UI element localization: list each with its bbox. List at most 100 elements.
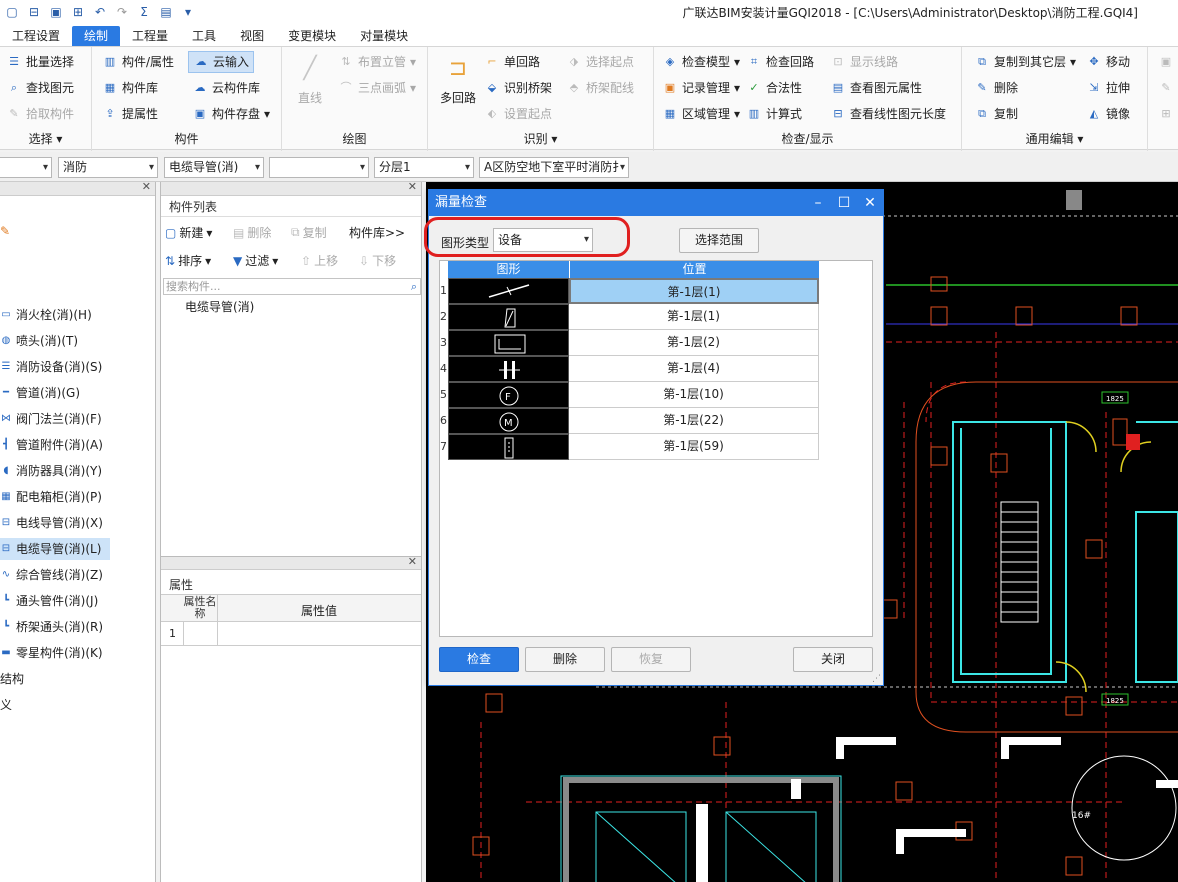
restore-button[interactable]: 恢复 bbox=[611, 647, 691, 672]
table-row[interactable]: 7 第-1层(59) bbox=[440, 434, 872, 460]
tree-item[interactable]: ▬ 零星构件(消)(K) bbox=[0, 642, 110, 664]
legality-button[interactable]: ✓ 合法性 bbox=[746, 77, 802, 99]
combo-discipline[interactable]: 消防 bbox=[58, 157, 158, 178]
maximize-icon[interactable]: ☐ bbox=[831, 190, 857, 216]
customize-icon[interactable]: ▾ bbox=[180, 4, 196, 20]
tree-item[interactable]: ▭ 消火栓(消)(H) bbox=[0, 304, 110, 326]
save-icon[interactable]: ▣ bbox=[48, 4, 64, 20]
table-row[interactable]: 3 第-1层(2) bbox=[440, 330, 872, 356]
component-library-button[interactable]: 构件库>> bbox=[349, 224, 405, 241]
menu-draw[interactable]: 绘制 bbox=[72, 26, 121, 46]
multi-loop-button[interactable]: ⊐ 多回路 bbox=[436, 53, 480, 106]
cloud-lib-button[interactable]: ☁ 云构件库 bbox=[192, 77, 261, 99]
tree-item[interactable]: ┗ 桥架通头(消)(R) bbox=[0, 616, 110, 638]
menu-compare-module[interactable]: 对量模块 bbox=[348, 26, 420, 46]
check-button[interactable]: 检查 bbox=[439, 647, 519, 672]
filter-button[interactable]: ▼ 过滤 ▾ bbox=[233, 252, 278, 269]
position-cell[interactable]: 第-1层(59) bbox=[569, 434, 819, 460]
comp-lib-button[interactable]: ▦ 构件库 bbox=[102, 77, 158, 99]
search-icon[interactable]: ⌕ bbox=[411, 279, 417, 294]
menu-view[interactable]: 视图 bbox=[228, 26, 276, 46]
find-element-button[interactable]: ⌕ 查找图元 bbox=[6, 77, 74, 99]
close-icon[interactable]: ✕ bbox=[857, 190, 883, 216]
zone-mgmt-button[interactable]: ▦ 区域管理 ▾ bbox=[662, 103, 740, 125]
position-cell[interactable]: 第-1层(1) bbox=[569, 278, 819, 304]
minimize-icon[interactable]: – bbox=[805, 190, 831, 216]
delete-button[interactable]: 删除 bbox=[525, 647, 605, 672]
single-loop-button[interactable]: ⌐ 单回路 bbox=[484, 51, 540, 73]
tree-item[interactable]: ∿ 综合管线(消)(Z) bbox=[0, 564, 110, 586]
tree-item[interactable]: ☰ 消防设备(消)(S) bbox=[0, 356, 110, 378]
stretch-button[interactable]: ⇲ 拉伸 bbox=[1086, 77, 1130, 99]
view-elem-attr-button[interactable]: ▤ 查看图元属性 bbox=[830, 77, 922, 99]
move-button[interactable]: ✥ 移动 bbox=[1086, 51, 1130, 73]
show-routes-button[interactable]: ⊡ 显示线路 bbox=[830, 51, 898, 73]
table-row[interactable]: 4 第-1层(4) bbox=[440, 356, 872, 382]
combo-component[interactable] bbox=[269, 157, 369, 178]
property-row[interactable]: 1 bbox=[161, 622, 421, 646]
set-start-button[interactable]: ⬖ 设置起点 bbox=[484, 103, 552, 125]
identify-tray-button[interactable]: ⬙ 识别桥架 bbox=[484, 77, 552, 99]
edit-icon[interactable]: ✎ bbox=[0, 224, 10, 238]
record-mgmt-button[interactable]: ▣ 记录管理 ▾ bbox=[662, 77, 740, 99]
comp-save-button[interactable]: ▣ 构件存盘 ▾ bbox=[192, 103, 270, 125]
delete-button[interactable]: ✎ 删除 bbox=[974, 77, 1018, 99]
position-cell[interactable]: 第-1层(22) bbox=[569, 408, 819, 434]
menu-project-settings[interactable]: 工程设置 bbox=[0, 26, 72, 46]
copy-to-other-layer-button[interactable]: ⧉ 复制到其它层 ▾ bbox=[974, 51, 1076, 73]
tree-item[interactable]: ⊟ 电缆导管(消)(L) bbox=[0, 538, 110, 560]
tree-item[interactable]: ⊟ 电线导管(消)(X) bbox=[0, 512, 110, 534]
position-cell[interactable]: 第-1层(10) bbox=[569, 382, 819, 408]
close-button[interactable]: 关闭 bbox=[793, 647, 873, 672]
mirror-button[interactable]: ◭ 镜像 bbox=[1086, 103, 1130, 125]
new-file-icon[interactable]: ▢ bbox=[4, 4, 20, 20]
move-up-button[interactable]: ⇧ 上移 bbox=[301, 252, 338, 269]
open-folder-icon[interactable]: ⊟ bbox=[26, 4, 42, 20]
delete-component-button[interactable]: ▤ 删除 bbox=[233, 224, 271, 241]
tree-item[interactable]: ┗ 通头管件(消)(J) bbox=[0, 590, 110, 612]
tree-item[interactable]: ◖ 消防器具(消)(Y) bbox=[0, 460, 110, 482]
menu-change-module[interactable]: 变更模块 bbox=[276, 26, 348, 46]
copy-button[interactable]: ⧉ 复制 bbox=[974, 103, 1018, 125]
tree-item[interactable]: ▦ 配电箱柜(消)(P) bbox=[0, 486, 110, 508]
tree-item[interactable]: ┫ 管道附件(消)(A) bbox=[0, 434, 110, 456]
position-cell[interactable]: 第-1层(4) bbox=[569, 356, 819, 382]
extract-attr-button[interactable]: ⇪ 提属性 bbox=[102, 103, 158, 125]
identify-group-label[interactable]: 识别 ▾ bbox=[428, 130, 653, 147]
pick-component-button[interactable]: ✎ 拾取构件 bbox=[6, 103, 74, 125]
check-model-button[interactable]: ◈ 检查模型 ▾ bbox=[662, 51, 740, 73]
table-row[interactable]: 5 F 第-1层(10) bbox=[440, 382, 872, 408]
overflow-icon-3[interactable]: ⊞ bbox=[1158, 103, 1174, 125]
table-row[interactable]: 2 第-1层(1) bbox=[440, 304, 872, 330]
save-as-icon[interactable]: ▤ bbox=[158, 4, 174, 20]
table-row[interactable]: 1 第-1层(1) bbox=[440, 278, 872, 304]
close-icon[interactable]: ✕ bbox=[408, 555, 417, 568]
tray-wiring-button[interactable]: ⬘ 桥架配线 bbox=[566, 77, 634, 99]
select-start-button[interactable]: ⬗ 选择起点 bbox=[566, 51, 634, 73]
menu-quantity[interactable]: 工程量 bbox=[120, 26, 180, 46]
combo-layer[interactable]: 分层1 bbox=[374, 157, 474, 178]
comp-attr-button[interactable]: ▥ 构件/属性 bbox=[102, 51, 174, 73]
combo-category[interactable]: 电缆导管(消) bbox=[164, 157, 264, 178]
close-icon[interactable]: ✕ bbox=[408, 180, 417, 193]
resize-grip-icon[interactable]: ⋰ bbox=[872, 674, 881, 684]
copy-component-button[interactable]: ⧉ 复制 bbox=[291, 224, 327, 241]
combo-scope[interactable] bbox=[0, 157, 52, 178]
line-button[interactable]: ╱ 直线 bbox=[288, 53, 332, 106]
tree-item[interactable]: ⋈ 阀门法兰(消)(F) bbox=[0, 408, 110, 430]
overflow-icon-2[interactable]: ✎ bbox=[1158, 77, 1174, 99]
undo-icon[interactable]: ↶ bbox=[92, 4, 108, 20]
tree-item-structure[interactable]: 结构 bbox=[0, 668, 24, 690]
component-list-item[interactable]: 电缆导管(消) bbox=[185, 298, 254, 315]
view-linear-len-button[interactable]: ⊟ 查看线性图元长度 bbox=[830, 103, 946, 125]
check-loop-button[interactable]: ⌗ 检查回路 bbox=[746, 51, 814, 73]
select-range-button[interactable]: 选择范围 bbox=[679, 228, 759, 253]
component-search-input[interactable]: 搜索构件... ⌕ bbox=[163, 278, 421, 295]
table-row[interactable]: 6 M 第-1层(22) bbox=[440, 408, 872, 434]
sum-icon[interactable]: Σ bbox=[136, 4, 152, 20]
place-riser-button[interactable]: ⇅ 布置立管 ▾ bbox=[338, 51, 416, 73]
three-point-arc-button[interactable]: ⌒ 三点画弧 ▾ bbox=[338, 77, 417, 99]
combo-drawing[interactable]: A区防空地下室平时消防扌 bbox=[479, 157, 629, 178]
tree-item[interactable]: ━ 管道(消)(G) bbox=[0, 382, 110, 404]
tree-item-custom[interactable]: 义 bbox=[0, 694, 12, 716]
